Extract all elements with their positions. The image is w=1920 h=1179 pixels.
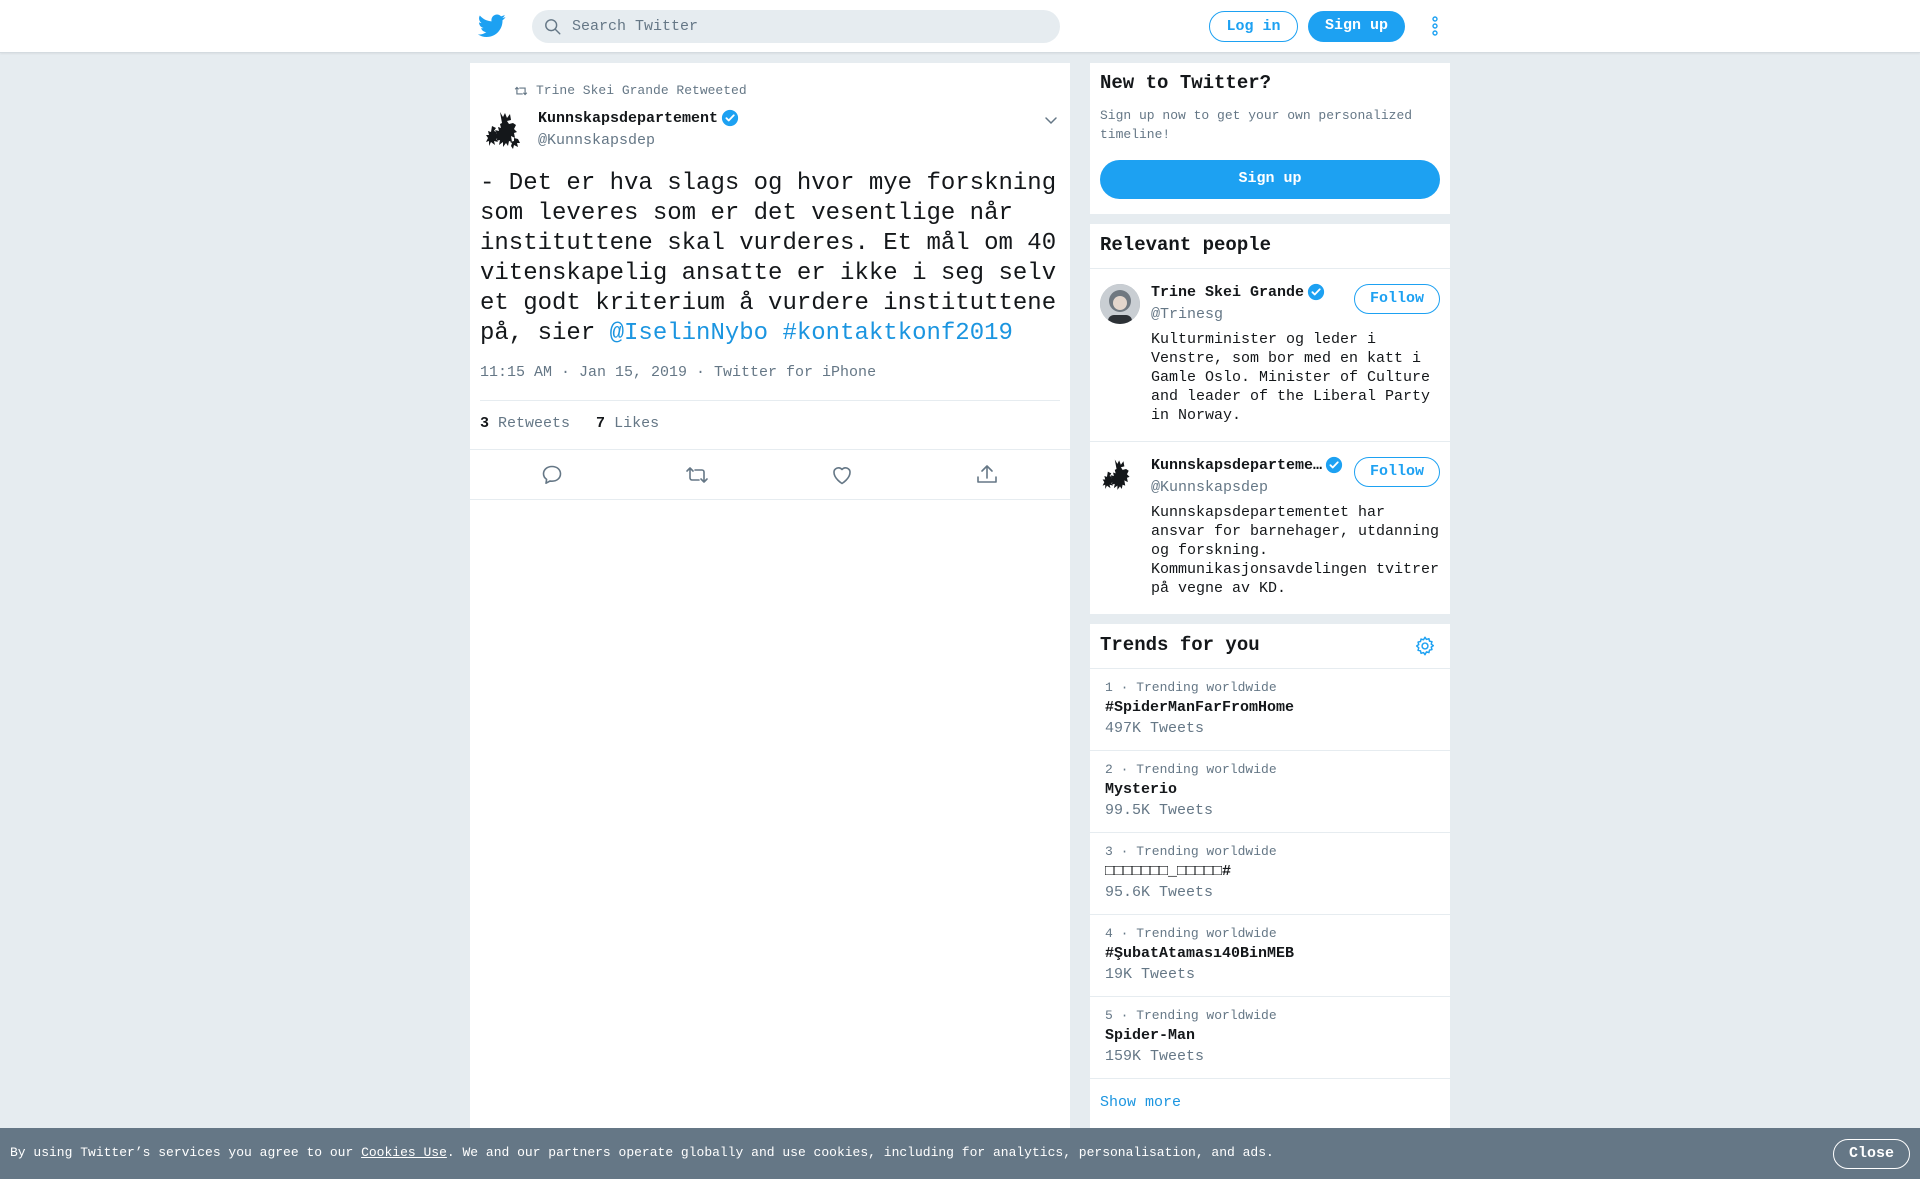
trend-count: 99.5K Tweets — [1105, 802, 1214, 819]
person-item: Trine Skei Grande @Trinesg Follow Kultur… — [1090, 270, 1450, 442]
relevant-people-title: Relevant people — [1100, 234, 1272, 256]
trends-card: Trends for you 1 · Trending worldwide #S… — [1090, 624, 1450, 1179]
person-handle[interactable]: @Trinesg — [1151, 306, 1223, 323]
person-name[interactable]: Trine Skei Grande — [1151, 283, 1325, 301]
sidebar-signup-button[interactable]: Sign up — [1100, 160, 1440, 199]
trend-name: Mysterio — [1105, 781, 1178, 798]
tweet-author-handle[interactable]: @Kunnskapsdep — [538, 132, 655, 149]
likes-count: 7 — [596, 415, 606, 432]
person-name[interactable]: Kunnskapsdeparteme… — [1151, 456, 1343, 474]
trend-context: 4 · Trending worldwide — [1105, 926, 1277, 941]
trends-header: Trends for you — [1090, 624, 1450, 669]
trend-name: □□□□□□□_□□□□□# — [1105, 863, 1232, 880]
cookie-close-button[interactable]: Close — [1833, 1139, 1910, 1169]
cookie-notice: By using Twitter’s services you agree to… — [10, 1145, 1274, 1160]
person-item: Kunnskapsdeparteme… @Kunnskapsdep Follow… — [1090, 442, 1450, 614]
trend-context: 1 · Trending worldwide — [1105, 680, 1277, 695]
verified-badge-icon — [1325, 456, 1343, 474]
new-to-twitter-text: Sign up now to get your own personalized… — [1100, 108, 1413, 142]
trend-item[interactable]: 5 · Trending worldwide Spider-Man 159K T… — [1090, 997, 1450, 1079]
author-name-text: Kunnskapsdepartement — [538, 109, 719, 127]
trend-context: 2 · Trending worldwide — [1105, 762, 1277, 777]
person-photo-icon — [1100, 284, 1140, 324]
tweet-author-name[interactable]: Kunnskapsdepartement — [538, 109, 739, 127]
tweet-text: - Det er hva slags og hvor mye forskning… — [480, 169, 1060, 349]
cookie-text-after: . We and our partners operate globally a… — [446, 1145, 1274, 1160]
cookie-consent-bar: By using Twitter’s services you agree to… — [0, 1128, 1920, 1179]
retweets-stat[interactable]: 3 Retweets — [480, 415, 570, 432]
tweet-detail-panel: Trine Skei Grande Retweeted Kunnskapsdep… — [470, 63, 1070, 1179]
person-bio: Kunnskapsdepartementet har ansvar for ba… — [1151, 504, 1440, 597]
twitter-bird-icon[interactable] — [478, 14, 506, 38]
tweet-timestamp[interactable]: 11:15 AM · Jan 15, 2019 · Twitter for iP… — [480, 364, 876, 381]
trend-item[interactable]: 2 · Trending worldwide Mysterio 99.5K Tw… — [1090, 751, 1450, 833]
relevant-people-card: Relevant people Trine Skei Grande @Trine… — [1090, 224, 1450, 614]
trend-count: 497K Tweets — [1105, 720, 1205, 737]
verified-badge-icon — [721, 109, 739, 127]
retweeted-by-label[interactable]: Trine Skei Grande Retweeted — [536, 83, 747, 98]
cookie-text-before: By using Twitter’s services you agree to… — [10, 1145, 362, 1160]
person-name-text: Kunnskapsdeparteme… — [1151, 456, 1323, 474]
trend-item[interactable]: 4 · Trending worldwide #ŞubatAtaması40Bi… — [1090, 915, 1450, 997]
like-heart-icon[interactable] — [830, 463, 854, 487]
likes-stat[interactable]: 7 Likes — [596, 415, 659, 432]
share-icon[interactable] — [975, 463, 999, 487]
trend-count: 159K Tweets — [1105, 1048, 1205, 1065]
top-navigation-bar: Search Twitter Log in Sign up — [0, 0, 1920, 53]
reply-icon[interactable] — [540, 463, 564, 487]
trine-avatar[interactable] — [1100, 284, 1140, 324]
search-icon — [545, 19, 561, 35]
trend-name: Spider-Man — [1105, 1027, 1196, 1044]
more-vertical-icon[interactable] — [1430, 15, 1440, 37]
follow-button[interactable]: Follow — [1354, 457, 1440, 487]
retweets-count: 3 — [480, 415, 490, 432]
login-button[interactable]: Log in — [1209, 11, 1298, 42]
new-to-twitter-card: New to Twitter? Sign up now to get your … — [1090, 63, 1450, 214]
kunnskapsdepartement-avatar[interactable] — [1100, 456, 1140, 496]
verified-badge-icon — [1307, 283, 1325, 301]
follow-button[interactable]: Follow — [1354, 284, 1440, 314]
show-more-trends-link[interactable]: Show more — [1100, 1094, 1181, 1111]
likes-label: Likes — [614, 415, 660, 432]
chevron-down-icon[interactable] — [1044, 113, 1058, 127]
gear-icon[interactable] — [1414, 635, 1436, 657]
trend-context: 3 · Trending worldwide — [1105, 844, 1277, 859]
retweet-action-icon[interactable] — [685, 463, 709, 487]
divider — [480, 400, 1060, 401]
search-input[interactable]: Search Twitter — [572, 18, 698, 35]
trend-count: 95.6K Tweets — [1105, 884, 1214, 901]
retweet-context: Trine Skei Grande Retweeted — [514, 83, 747, 98]
person-handle[interactable]: @Kunnskapsdep — [1151, 479, 1268, 496]
trends-title: Trends for you — [1100, 634, 1260, 656]
signup-button[interactable]: Sign up — [1308, 11, 1405, 42]
relevant-people-header: Relevant people — [1090, 224, 1450, 269]
new-to-twitter-title: New to Twitter? — [1100, 72, 1272, 94]
tweet-action-bar — [470, 449, 1070, 500]
person-bio: Kulturminister og leder i Venstre, som b… — [1151, 331, 1431, 424]
hashtag-link[interactable]: #kontaktkonf2019 — [782, 320, 1012, 347]
retweet-icon — [514, 86, 528, 95]
trend-name: #ŞubatAtaması40BinMEB — [1105, 945, 1295, 962]
trend-context: 5 · Trending worldwide — [1105, 1008, 1277, 1023]
person-name-text: Trine Skei Grande — [1151, 283, 1305, 301]
search-box[interactable]: Search Twitter — [532, 10, 1060, 43]
kunnskapsdepartement-avatar[interactable] — [486, 108, 526, 154]
retweets-label: Retweets — [498, 415, 571, 432]
trend-item[interactable]: 3 · Trending worldwide □□□□□□□_□□□□□# 95… — [1090, 833, 1450, 915]
trend-name: #SpiderManFarFromHome — [1105, 699, 1295, 716]
trend-item[interactable]: 1 · Trending worldwide #SpiderManFarFrom… — [1090, 669, 1450, 751]
cookies-use-link[interactable]: Cookies Use — [361, 1145, 447, 1160]
trend-count: 19K Tweets — [1105, 966, 1196, 983]
tweet-stats: 3 Retweets 7 Likes — [480, 415, 659, 432]
mention-link[interactable]: @IselinNybo — [610, 320, 768, 347]
